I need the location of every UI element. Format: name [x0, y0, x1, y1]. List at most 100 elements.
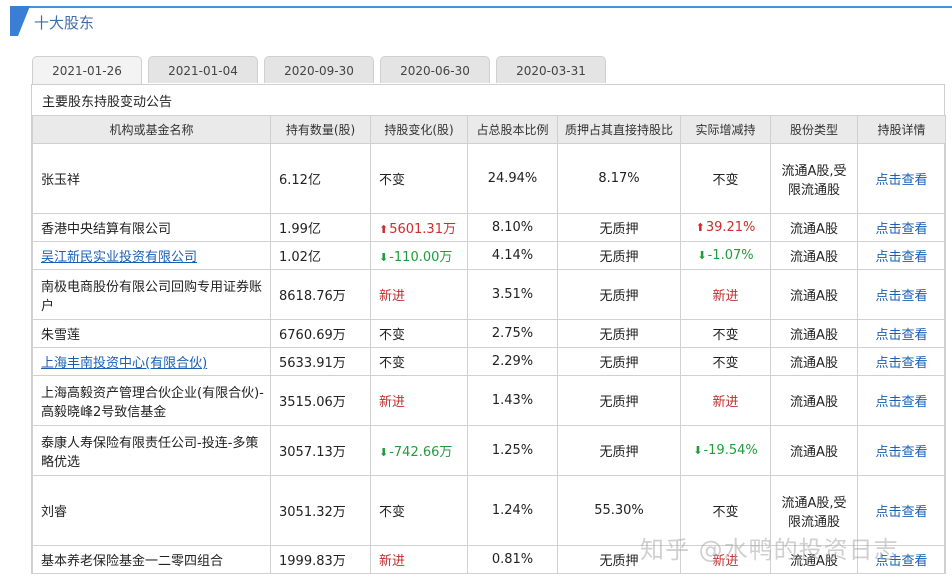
actual-change-value: 不变 — [712, 173, 739, 188]
view-detail-link[interactable]: 点击查看 — [875, 445, 927, 460]
header-accent — [10, 6, 30, 36]
pledge-cell: 55.30% — [557, 475, 681, 546]
actual-change-cell: 新进 — [680, 375, 771, 426]
holder-name-cell: 张玉祥 — [32, 143, 271, 214]
section-title: 主要股东持股变动公告 — [42, 95, 173, 110]
change-cell: 不变 — [370, 347, 468, 376]
holder-name: 刘睿 — [41, 505, 68, 520]
share-type-cell: 流通A股,受限流通股 — [770, 475, 858, 546]
tab-2020-06-30[interactable]: 2020-06-30 — [380, 56, 490, 83]
header-rule — [10, 6, 952, 8]
arrow-down-icon: ⬇ — [379, 251, 389, 264]
ratio-cell: 2.29% — [467, 347, 558, 376]
table-row: 香港中央结算有限公司 1.99亿 ⬆5601.31万 8.10% 无质押 ⬆39.21% 流… — [32, 213, 946, 242]
quantity-cell: 3515.06万 — [270, 375, 371, 426]
col-header-detail: 持股详情 — [857, 115, 946, 144]
col-header-pledge: 质押占其直接持股比 — [557, 115, 681, 144]
detail-cell: 点击查看 — [857, 545, 946, 574]
actual-change-value: 新进 — [712, 289, 739, 304]
change-cell: 不变 — [370, 475, 468, 546]
table-row: 朱雪莲 6760.69万 不变 2.75% 无质押 不变 流通A股 点击查看 — [32, 319, 946, 348]
detail-cell: 点击查看 — [857, 269, 946, 320]
ratio-cell: 3.51% — [467, 269, 558, 320]
quantity-cell: 6760.69万 — [270, 319, 371, 348]
change-value: -110.00万 — [389, 250, 453, 265]
holder-name-cell: 南极电商股份有限公司回购专用证券账户 — [32, 269, 271, 320]
pledge-cell: 无质押 — [557, 241, 681, 270]
view-detail-link[interactable]: 点击查看 — [875, 356, 927, 371]
quantity-cell: 5633.91万 — [270, 347, 371, 376]
ratio-cell: 4.14% — [467, 241, 558, 270]
actual-change-cell: 新进 — [680, 269, 771, 320]
col-header-type: 股份类型 — [770, 115, 858, 144]
ratio-cell: 0.81% — [467, 545, 558, 574]
actual-change-cell: ⬆39.21% — [680, 213, 771, 242]
quantity-cell: 3057.13万 — [270, 425, 371, 476]
quantity-cell: 8618.76万 — [270, 269, 371, 320]
detail-cell: 点击查看 — [857, 213, 946, 242]
ratio-cell: 24.94% — [467, 143, 558, 214]
pledge-cell: 无质押 — [557, 375, 681, 426]
holder-name-link[interactable]: 上海丰南投资中心(有限合伙) — [41, 356, 207, 371]
detail-cell: 点击查看 — [857, 425, 946, 476]
view-detail-link[interactable]: 点击查看 — [875, 173, 927, 188]
tab-2020-09-30[interactable]: 2020-09-30 — [264, 56, 374, 83]
table-row: 吴江新民实业投资有限公司 1.02亿 ⬇-110.00万 4.14% 无质押 ⬇-1.07… — [32, 241, 946, 270]
actual-change-value: 不变 — [712, 328, 739, 343]
table-row: 张玉祥 6.12亿 不变 24.94% 8.17% 不变 流通A股,受限流通股 点击查看 — [32, 143, 946, 214]
change-cell: 新进 — [370, 375, 468, 426]
change-cell: 不变 — [370, 143, 468, 214]
share-type-cell: 流通A股 — [770, 425, 858, 476]
actual-change-cell: 不变 — [680, 143, 771, 214]
change-cell: ⬇-742.66万 — [370, 425, 468, 476]
share-type-cell: 流通A股 — [770, 269, 858, 320]
ratio-cell: 2.75% — [467, 319, 558, 348]
view-detail-link[interactable]: 点击查看 — [875, 289, 927, 304]
actual-change-cell: ⬇-19.54% — [680, 425, 771, 476]
actual-change-cell: 不变 — [680, 475, 771, 546]
col-header-quantity: 持有数量(股) — [270, 115, 371, 144]
change-value: 新进 — [379, 554, 406, 569]
table-row: 基本养老保险基金一二零四组合 1999.83万 新进 0.81% 无质押 新进 流通A股 点击… — [32, 545, 946, 574]
detail-cell: 点击查看 — [857, 375, 946, 426]
tab-2021-01-04[interactable]: 2021-01-04 — [148, 56, 258, 83]
holder-name-cell: 刘睿 — [32, 475, 271, 546]
quantity-cell: 1.99亿 — [270, 213, 371, 242]
quantity-cell: 1999.83万 — [270, 545, 371, 574]
arrow-down-icon: ⬇ — [697, 249, 707, 262]
view-detail-link[interactable]: 点击查看 — [875, 250, 927, 265]
change-value: 不变 — [379, 328, 406, 343]
view-detail-link[interactable]: 点击查看 — [875, 554, 927, 569]
holder-name: 张玉祥 — [41, 173, 81, 188]
view-detail-link[interactable]: 点击查看 — [875, 395, 927, 410]
view-detail-link[interactable]: 点击查看 — [875, 328, 927, 343]
change-value: 不变 — [379, 173, 406, 188]
share-type-cell: 流通A股 — [770, 545, 858, 574]
change-cell: ⬆5601.31万 — [370, 213, 468, 242]
tab-2021-01-26[interactable]: 2021-01-26 — [32, 56, 142, 85]
actual-change-value: -19.54% — [703, 443, 758, 458]
actual-change-cell: 新进 — [680, 545, 771, 574]
detail-cell: 点击查看 — [857, 241, 946, 270]
pledge-cell: 无质押 — [557, 319, 681, 348]
col-header-ratio: 占总股本比例 — [467, 115, 558, 144]
share-type-cell: 流通A股 — [770, 241, 858, 270]
view-detail-link[interactable]: 点击查看 — [875, 222, 927, 237]
holder-name-cell: 泰康人寿保险有限责任公司-投连-多策略优选 — [32, 425, 271, 476]
holder-name: 泰康人寿保险有限责任公司-投连-多策略优选 — [41, 435, 259, 470]
detail-cell: 点击查看 — [857, 143, 946, 214]
ratio-cell: 1.24% — [467, 475, 558, 546]
share-type-cell: 流通A股,受限流通股 — [770, 143, 858, 214]
actual-change-cell: 不变 — [680, 347, 771, 376]
holder-name-cell: 朱雪莲 — [32, 319, 271, 348]
detail-cell: 点击查看 — [857, 347, 946, 376]
arrow-down-icon: ⬇ — [693, 444, 703, 457]
share-type-cell: 流通A股 — [770, 347, 858, 376]
tab-2020-03-31[interactable]: 2020-03-31 — [496, 56, 606, 83]
table-row: 泰康人寿保险有限责任公司-投连-多策略优选 3057.13万 ⬇-742.66万 1.… — [32, 425, 946, 476]
table-header-row: 机构或基金名称 持有数量(股) 持股变化(股) 占总股本比例 质押占其直接持股比… — [32, 115, 946, 144]
view-detail-link[interactable]: 点击查看 — [875, 505, 927, 520]
quantity-cell: 1.02亿 — [270, 241, 371, 270]
change-value: 新进 — [379, 289, 406, 304]
holder-name-link[interactable]: 吴江新民实业投资有限公司 — [41, 250, 197, 265]
